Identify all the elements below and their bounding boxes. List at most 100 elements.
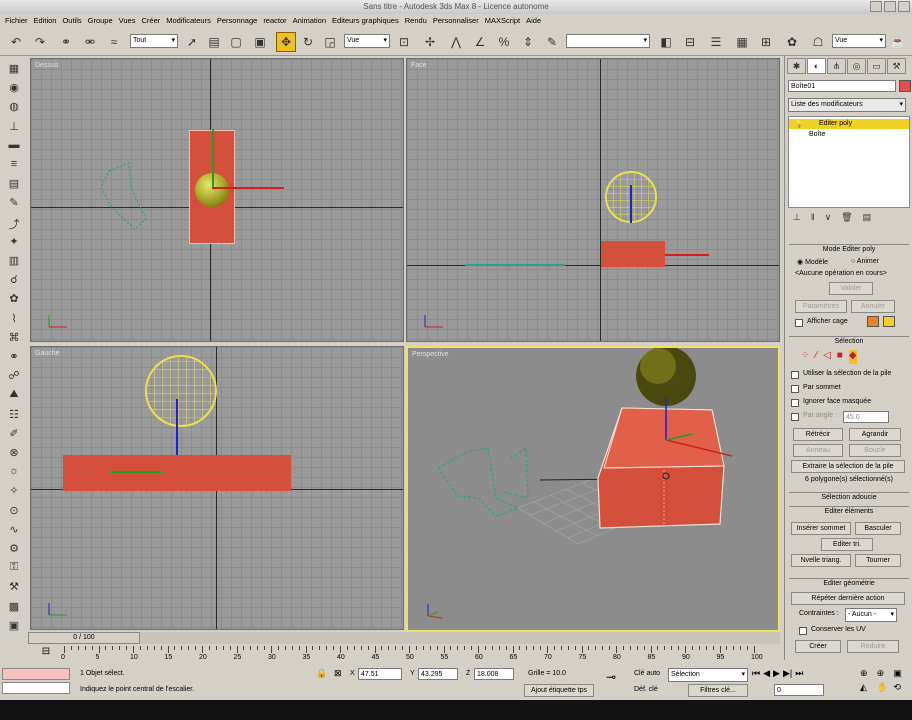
show-end-result-icon[interactable]: ‖ — [811, 212, 815, 226]
named-selection-dropdown[interactable] — [566, 34, 650, 48]
wrench-icon[interactable]: ⚙ — [5, 542, 23, 558]
add-time-tag-button[interactable]: Ajout étiquette tps — [524, 684, 594, 697]
object-color-swatch[interactable] — [899, 80, 911, 92]
menu-item[interactable]: Modificateurs — [163, 14, 214, 28]
close-button[interactable] — [898, 1, 910, 12]
preserve-uv-checkbox[interactable] — [799, 627, 807, 635]
field-of-view-icon[interactable]: ◭ — [860, 682, 877, 696]
mini-curve-editor-icon[interactable]: ⊟ — [36, 646, 56, 660]
parameters-button[interactable]: Paramètres — [795, 300, 847, 313]
flip-button[interactable]: Basculer — [855, 522, 901, 535]
wave-icon[interactable]: ∿ — [5, 523, 23, 539]
pin-stack-icon[interactable]: ⊥ — [793, 212, 801, 226]
select-by-name-icon[interactable]: ▤ — [204, 32, 224, 52]
ignore-backfacing-checkbox[interactable] — [791, 399, 799, 407]
collapse-button[interactable]: Réduire — [847, 640, 899, 653]
hierarchy-tab-icon[interactable]: ⋔ — [827, 58, 846, 74]
cage-color-2[interactable] — [883, 316, 895, 327]
grow-button[interactable]: Agrandir — [849, 428, 901, 441]
render-icon[interactable]: ☼ — [5, 465, 23, 481]
box-object[interactable] — [63, 455, 291, 491]
render-view-dropdown[interactable]: Vue — [832, 34, 886, 48]
auto-key-button[interactable]: Clé auto — [634, 670, 660, 677]
menu-item[interactable]: Outils — [59, 14, 84, 28]
rollout-selection[interactable]: Sélection — [789, 336, 909, 346]
key-filters-button[interactable]: Filtres clé... — [688, 684, 748, 697]
scale-icon[interactable]: ◲ — [320, 32, 340, 52]
sphere-icon[interactable]: ◍ — [5, 100, 23, 116]
menu-item[interactable]: Rendu — [402, 14, 430, 28]
graph-icon[interactable]: ▥ — [5, 254, 23, 270]
brush-icon[interactable]: ✐ — [5, 427, 23, 443]
object-name-field[interactable]: Boîte01 — [788, 80, 896, 92]
show-cage-checkbox[interactable] — [795, 319, 803, 327]
manipulate-icon[interactable]: ✢ — [420, 32, 440, 52]
menu-item[interactable]: Personnage — [214, 14, 260, 28]
make-unique-icon[interactable]: ∨ — [825, 212, 832, 226]
percent-snap-icon[interactable]: % — [494, 32, 514, 52]
cage-color-1[interactable] — [867, 316, 879, 327]
go-to-end-icon[interactable]: ⏭ — [795, 668, 803, 682]
sphere-wireframe[interactable] — [145, 355, 217, 427]
edit-triangulation-button[interactable]: Editer tri. — [821, 538, 873, 551]
next-frame-icon[interactable]: ▶| — [783, 668, 792, 682]
maxscript-listener-mini[interactable] — [2, 668, 70, 680]
element-level-icon[interactable]: ◆ — [848, 350, 857, 364]
viewport-front[interactable]: Face — [406, 58, 780, 342]
edge-level-icon[interactable]: ∕ — [815, 350, 817, 364]
cloth-icon[interactable]: ☷ — [5, 408, 23, 424]
zoom-all-icon[interactable]: ⊕ — [877, 668, 894, 682]
viewport-label[interactable]: Gauche — [35, 350, 60, 357]
viewport-label[interactable]: Dessus — [35, 62, 58, 69]
viewport-top[interactable]: Dessus — [30, 58, 404, 342]
create-button[interactable]: Créer — [795, 640, 841, 653]
paint-icon[interactable]: ✎ — [5, 196, 23, 212]
modify-tab-icon[interactable]: ◐ — [807, 58, 826, 74]
redo-icon[interactable]: ↷ — [30, 32, 50, 52]
constraints-dropdown[interactable]: - Aucun - — [845, 608, 897, 622]
rect-selection-icon[interactable]: ▢ — [226, 32, 246, 52]
pan-icon[interactable]: ✋ — [877, 682, 894, 696]
validate-button[interactable]: Valider — [829, 282, 873, 295]
turn-button[interactable]: Tourner — [855, 554, 901, 567]
go-to-start-icon[interactable]: ⏮ — [752, 668, 760, 682]
menu-item[interactable]: Groupe — [85, 14, 116, 28]
angle-snap-icon[interactable]: ∠ — [470, 32, 490, 52]
play-icon[interactable]: ▶ — [773, 668, 780, 682]
selection-filter-dropdown[interactable]: Tout — [130, 34, 178, 48]
cancel-button[interactable]: Annuler — [851, 300, 895, 313]
curve-editor-icon[interactable]: ▦ — [732, 32, 752, 52]
menu-item[interactable]: Personnaliser — [430, 14, 482, 28]
by-vertex-checkbox[interactable] — [791, 385, 799, 393]
shrink-button[interactable]: Rétrécir — [793, 428, 843, 441]
stack-item-label[interactable]: Boîte — [809, 131, 825, 138]
viewport-perspective[interactable]: Perspective — [406, 346, 780, 632]
undo-icon[interactable]: ↶ — [6, 32, 26, 52]
cylinder-icon[interactable]: ◉ — [5, 81, 23, 97]
configure-sets-icon[interactable]: ▤ — [863, 212, 872, 226]
z-coordinate-field[interactable]: 18.008 — [474, 668, 514, 680]
rollout-edit-elements[interactable]: Editer éléments — [789, 506, 909, 516]
prev-frame-icon[interactable]: ◀ — [763, 668, 770, 682]
get-stack-selection-button[interactable]: Extraire la sélection de la pile — [791, 460, 905, 473]
polygon-level-icon[interactable]: ■ — [837, 350, 843, 364]
rollout-mode-edit-poly[interactable]: Mode Editer poly — [789, 244, 909, 254]
bind-space-warp-icon[interactable]: ≈ — [104, 32, 124, 52]
helper-icon[interactable]: ⊙ — [5, 504, 23, 520]
set-key-icon[interactable]: ⊸ — [606, 670, 616, 684]
key-icon[interactable]: ⚿ — [5, 561, 23, 577]
by-angle-checkbox[interactable] — [791, 413, 799, 421]
menu-item[interactable]: reactor — [260, 14, 289, 28]
time-slider[interactable]: 0 / 100 — [28, 632, 140, 644]
menu-item[interactable]: Créer — [138, 14, 163, 28]
pivot-icon[interactable]: ⊡ — [394, 32, 414, 52]
utilities-tab-icon[interactable]: ⚒ — [887, 58, 906, 74]
menu-item[interactable]: Aide — [523, 14, 544, 28]
camera-icon[interactable]: ▬ — [5, 139, 23, 155]
link-icon[interactable]: ⚭ — [56, 32, 76, 52]
spring-icon[interactable]: ✿ — [5, 292, 23, 308]
align-icon[interactable]: ⊟ — [680, 32, 700, 52]
tool-icon[interactable]: ☍ — [5, 369, 23, 385]
zoom-icon[interactable]: ⊕ — [860, 668, 877, 682]
viewport-label[interactable]: Perspective — [412, 351, 449, 358]
